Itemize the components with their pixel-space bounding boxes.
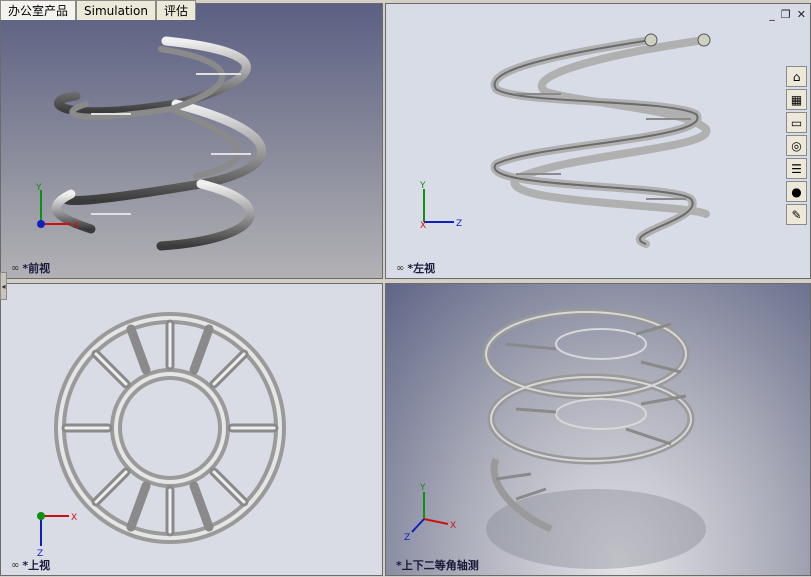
iso-view-model: Y X Z [404,308,706,569]
svg-text:Z: Z [456,219,462,229]
svg-text:X: X [450,521,456,531]
link-icon: ∞ [396,262,405,274]
view-label-iso: *上下二等角轴测 [396,557,479,573]
link-icon: ∞ [11,262,20,274]
viewport-splitter-handle[interactable]: ◂ [0,272,7,300]
window-controls: _ ❐ ✕ [769,8,806,21]
iso-view-name: *上下二等角轴测 [396,559,479,572]
svg-text:Y: Y [419,483,426,493]
view-label-top: ∞ *上视 [11,557,50,573]
top-view-name: *上视 [22,559,51,572]
svg-text:Y: Y [419,181,426,191]
home-icon[interactable]: ⌂ [786,66,807,87]
left-view-model: Y Z X [419,33,711,248]
view-palette-icon[interactable]: ☰ [786,158,807,179]
triad-top: X Z [37,512,77,559]
appearances-icon[interactable]: ● [786,181,807,202]
svg-text:X: X [420,221,426,231]
tab-simulation[interactable]: Simulation [76,0,156,20]
viewport-front[interactable]: Y X ∞ *前视 [0,3,383,279]
search-icon[interactable]: ◎ [786,135,807,156]
link-icon: ∞ [11,559,20,571]
minimize-button[interactable]: _ [769,8,775,21]
tab-evaluate[interactable]: 评估 [155,0,196,20]
task-pane: ⌂ ▦ ▭ ◎ ☰ ● ✎ [786,66,808,225]
top-view-model: X Z [37,312,286,559]
tab-office-products[interactable]: 办公室产品 [0,0,77,20]
triad-left: Y Z X [419,181,462,231]
design-library-icon[interactable]: ▦ [786,89,807,110]
triad-iso: Y X Z [404,483,456,543]
close-button[interactable]: ✕ [797,8,806,21]
svg-text:Y: Y [35,183,42,193]
viewport-isometric[interactable]: Y X Z *上下二等角轴测 [385,283,811,576]
viewport-top[interactable]: X Z ∞ *上视 [0,283,383,576]
view-label-left: ∞ *左视 [396,260,435,276]
custom-properties-icon[interactable]: ✎ [786,204,807,225]
front-view-model: Y X [35,36,267,251]
command-tabs: 办公室产品 Simulation 评估 [0,0,196,22]
view-label-front: ∞ *前视 [11,260,50,276]
svg-text:X: X [73,221,79,231]
svg-text:X: X [71,513,77,523]
front-view-name: *前视 [22,262,51,275]
svg-text:Z: Z [404,533,410,543]
viewport-left[interactable]: _ ❐ ✕ Y Z X ⌂ ▦ ▭ ◎ ☰ ● ✎ ∞ *左视 [385,3,811,279]
restore-button[interactable]: ❐ [781,8,791,21]
file-explorer-icon[interactable]: ▭ [786,112,807,133]
left-view-name: *左视 [407,262,436,275]
